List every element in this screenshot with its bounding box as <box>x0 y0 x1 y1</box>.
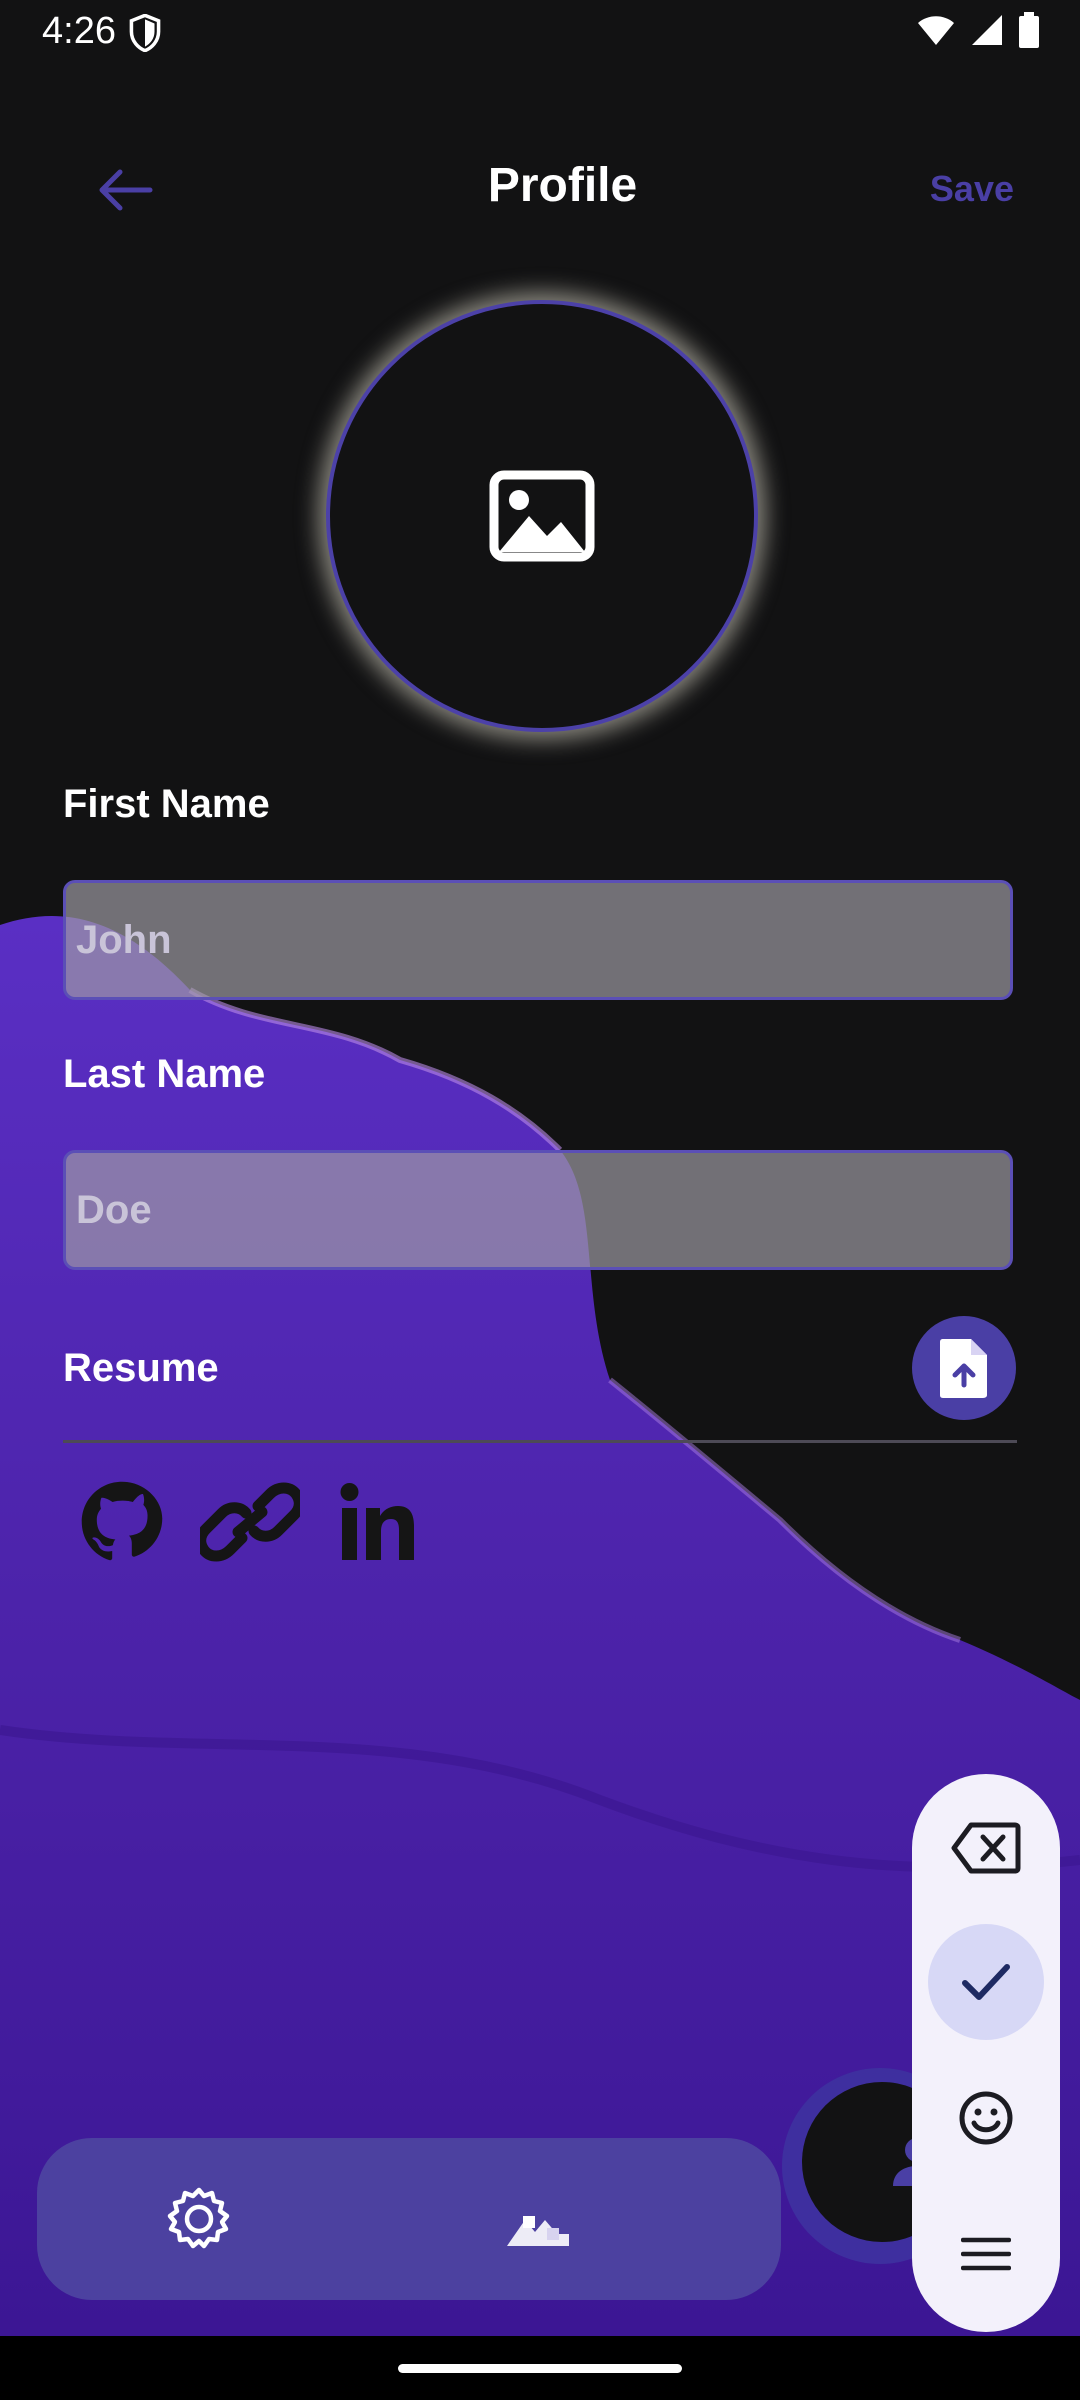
emoji-button[interactable] <box>912 2058 1060 2178</box>
shield-icon <box>128 13 162 57</box>
settings-icon[interactable] <box>166 2186 232 2257</box>
linkedin-icon[interactable] <box>338 1480 416 1570</box>
menu-button[interactable] <box>912 2194 1060 2314</box>
smile-icon <box>959 2091 1013 2145</box>
status-time: 4:26 <box>42 10 116 52</box>
backspace-icon <box>951 1822 1021 1874</box>
last-name-field[interactable]: Doe <box>63 1150 1013 1270</box>
menu-icon <box>961 2237 1011 2271</box>
side-menu <box>912 1774 1060 2332</box>
wifi-icon <box>918 16 954 45</box>
signal-icon <box>972 15 1002 45</box>
status-icons <box>916 12 1040 48</box>
first-name-value: John <box>76 917 172 962</box>
stairs-icon[interactable] <box>505 2190 571 2255</box>
backspace-button[interactable] <box>912 1788 1060 1908</box>
first-name-field[interactable]: John <box>63 880 1013 1000</box>
resume-label: Resume <box>63 1346 219 1390</box>
battery-icon <box>1019 12 1039 48</box>
home-indicator[interactable] <box>398 2364 682 2373</box>
upload-resume-button[interactable] <box>912 1316 1016 1420</box>
save-button[interactable]: Save <box>930 168 1014 210</box>
confirm-button[interactable] <box>912 1922 1060 2042</box>
last-name-value: Doe <box>76 1187 152 1232</box>
image-icon <box>489 470 595 562</box>
page-title: Profile <box>487 159 638 212</box>
avatar-picker[interactable] <box>326 300 758 732</box>
check-icon <box>962 1964 1010 2000</box>
first-name-label: First Name <box>63 782 270 826</box>
last-name-label: Last Name <box>63 1052 266 1096</box>
divider <box>63 1440 1017 1443</box>
github-icon[interactable] <box>80 1480 164 1570</box>
file-upload-icon <box>940 1339 987 1398</box>
bottom-navigation <box>37 2138 781 2300</box>
link-icon[interactable] <box>195 1480 305 1570</box>
